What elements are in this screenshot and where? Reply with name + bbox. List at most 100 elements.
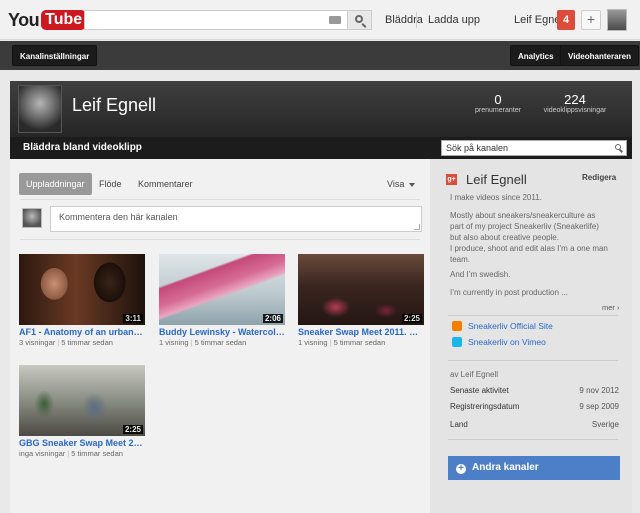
avatar[interactable] [607, 9, 627, 31]
channel-settings-button[interactable]: Kanalinställningar [12, 45, 98, 66]
channel-avatar[interactable] [18, 85, 62, 133]
tab-browse-videos[interactable]: Bläddra bland videoklipp [23, 137, 142, 159]
link-official-site[interactable]: Sneakerliv Official Site [452, 321, 553, 331]
channel-search-input[interactable]: Sök på kanalen [441, 140, 627, 156]
video-item[interactable]: 2:25 Sneaker Swap Meet 2011. St... 1 vis… [298, 254, 424, 347]
tab-feed[interactable]: Flöde [92, 173, 129, 195]
video-views: 1 visning [159, 338, 189, 347]
link-label: Sneakerliv Official Site [468, 321, 553, 331]
video-duration: 3:11 [123, 314, 143, 323]
google-plus-icon[interactable]: g+ [446, 174, 457, 185]
video-manager-button[interactable]: Videohanteraren [560, 45, 639, 66]
info-value: 9 nov 2012 [579, 386, 619, 395]
video-title[interactable]: GBG Sneaker Swap Meet 2011. [19, 438, 145, 448]
video-meta: 1 visning | 5 timmar sedan [159, 338, 247, 347]
blogger-icon [452, 321, 462, 331]
channel-search-placeholder: Sök på kanalen [446, 143, 509, 153]
video-item[interactable]: 2:25 GBG Sneaker Swap Meet 2011. inga vi… [19, 365, 145, 458]
about-text: I make videos since 2011. [450, 193, 542, 202]
video-meta: inga visningar | 5 timmar sedan [19, 449, 123, 458]
search-icon[interactable] [615, 144, 621, 150]
search-icon [355, 15, 363, 23]
video-title[interactable]: Sneaker Swap Meet 2011. St... [298, 327, 424, 337]
feed-panel: Uppladdningar Flöde Kommentarer Visa Kom… [10, 159, 430, 513]
video-views: 1 visning [298, 338, 328, 347]
divider [448, 439, 618, 440]
resize-handle-icon[interactable] [414, 224, 420, 230]
comment-input[interactable]: Kommentera den här kanalen [50, 206, 422, 232]
search-button[interactable] [348, 10, 372, 30]
analytics-button[interactable]: Analytics [510, 45, 562, 66]
video-duration: 2:06 [262, 314, 283, 323]
video-title[interactable]: AF1 - Anatomy of an urban le... [19, 327, 145, 337]
video-item[interactable]: 3:11 AF1 - Anatomy of an urban le... 3 v… [19, 254, 145, 347]
subscriber-count: 0 [494, 92, 502, 107]
video-views: inga visningar [19, 449, 66, 458]
views-label: videoklippsvisningar [543, 107, 607, 114]
channel-header: Leif Egnell 0 prenumeranter 224 videokli… [10, 81, 632, 137]
share-plus-button[interactable]: + [581, 10, 601, 30]
video-age: 5 timmar sedan [333, 338, 386, 347]
video-item[interactable]: 2:06 Buddy Lewinsky - Watercolo... 1 vis… [159, 254, 285, 347]
browse-link[interactable]: Bläddra [385, 14, 423, 26]
video-thumbnail[interactable]: 2:25 [298, 254, 424, 325]
notification-badge[interactable]: 4 [557, 10, 575, 30]
channel-nav: Bläddra bland videoklipp Sök på kanalen [10, 137, 632, 159]
channel-toolbar: Kanalinställningar Analytics Videohanter… [0, 41, 640, 70]
about-name[interactable]: Leif Egnell [466, 172, 527, 187]
info-value: 9 sep 2009 [579, 402, 619, 411]
views-stat: 224 videoklippsvisningar [540, 92, 610, 114]
about-text: And I’m swedish. [450, 270, 511, 279]
video-age: 5 timmar sedan [71, 449, 123, 458]
info-row: Registreringsdatum 9 sep 2009 [450, 402, 619, 411]
views-count: 224 [564, 92, 586, 107]
video-thumbnail[interactable]: 3:11 [19, 254, 145, 325]
avatar [22, 208, 42, 228]
info-label: Land [450, 420, 468, 429]
keyboard-icon[interactable] [329, 16, 341, 24]
other-channels-button[interactable]: + Andra kanaler [448, 456, 620, 480]
video-meta: 3 visningar | 5 timmar sedan [19, 338, 113, 347]
subscriber-label: prenumeranter [475, 107, 521, 114]
divider [20, 199, 420, 200]
info-label: Senaste aktivitet [450, 386, 509, 395]
about-text: Mostly about sneakers/sneakerculture as … [450, 211, 599, 242]
divider [448, 315, 618, 316]
vimeo-icon [452, 337, 462, 347]
video-thumbnail[interactable]: 2:25 [19, 365, 145, 436]
owner-label: av Leif Egnell [450, 370, 499, 379]
channel-name[interactable]: Leif Egnell [72, 95, 156, 116]
edit-button[interactable]: Redigera [582, 173, 616, 182]
tab-uploads[interactable]: Uppladdningar [19, 173, 92, 195]
youtube-logo[interactable]: You Tube [8, 9, 87, 31]
info-value: Sverige [591, 420, 619, 429]
nav-divider [416, 12, 417, 28]
info-row: Land Sverige [450, 420, 619, 429]
upload-link[interactable]: Ladda upp [428, 14, 480, 26]
search-input[interactable] [84, 10, 348, 30]
link-label: Sneakerliv on Vimeo [468, 337, 546, 347]
other-channels-label: Andra kanaler [472, 462, 539, 473]
divider [448, 360, 618, 361]
video-duration: 2:25 [122, 425, 143, 434]
about-panel: g+ Leif Egnell Redigera I make videos si… [430, 159, 632, 513]
more-link[interactable]: mer › [602, 303, 620, 312]
video-thumbnail[interactable]: 2:06 [159, 254, 285, 325]
video-age: 5 timmar sedan [194, 338, 247, 347]
video-title[interactable]: Buddy Lewinsky - Watercolo... [159, 327, 285, 337]
masthead: You Tube Bläddra Ladda upp Leif Egnell 4… [0, 0, 640, 40]
info-row: Senaste aktivitet 9 nov 2012 [450, 386, 619, 395]
comment-placeholder: Kommentera den här kanalen [59, 212, 178, 222]
add-icon: + [456, 464, 466, 474]
video-meta: 1 visning | 5 timmar sedan [298, 338, 386, 347]
view-dropdown[interactable]: Visa [387, 173, 415, 195]
subscriber-stat: 0 prenumeranter [468, 92, 528, 114]
about-text: I produce, shoot and edit alas I’m a one… [450, 244, 608, 264]
info-label: Registreringsdatum [450, 402, 520, 411]
video-age: 5 timmar sedan [61, 338, 113, 347]
logo-you: You [8, 9, 40, 30]
tab-comments[interactable]: Kommentarer [131, 173, 200, 195]
video-views: 3 visningar [19, 338, 56, 347]
link-vimeo[interactable]: Sneakerliv on Vimeo [452, 337, 546, 347]
logo-tube: Tube [41, 10, 87, 30]
